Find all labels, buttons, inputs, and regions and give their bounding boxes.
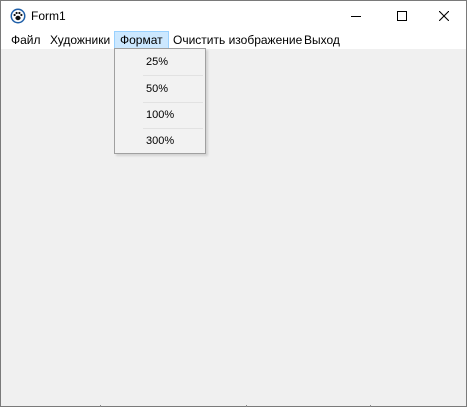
close-button[interactable] (421, 1, 467, 31)
menu-format[interactable]: Формат (114, 31, 169, 49)
app-window: Form1 Файл Художники Формат Очистить изо… (0, 0, 467, 407)
form-client-area[interactable] (1, 49, 466, 406)
format-dropdown-menu: 25% 50% 100% 300% (114, 48, 206, 154)
format-300-item[interactable]: 300% (115, 128, 205, 154)
menu-exit[interactable]: Выход (299, 31, 345, 49)
format-100-item[interactable]: 100% (115, 102, 205, 128)
background-artifact (80, 0, 110, 1)
close-icon (439, 11, 449, 21)
format-25-item[interactable]: 25% (115, 49, 205, 75)
maximize-button[interactable] (379, 1, 425, 31)
format-50-item[interactable]: 50% (115, 76, 205, 102)
menu-clear-image[interactable]: Очистить изображение (168, 31, 307, 49)
menu-bar: Файл Художники Формат Очистить изображен… (1, 31, 466, 49)
minimize-button[interactable] (333, 1, 379, 31)
minimize-icon (351, 16, 361, 17)
window-title: Form1 (31, 9, 66, 23)
menu-file[interactable]: Файл (6, 31, 46, 49)
menu-artists[interactable]: Художники (45, 31, 115, 49)
paw-icon (10, 8, 26, 24)
title-bar[interactable]: Form1 (1, 1, 466, 31)
maximize-icon (397, 11, 407, 21)
